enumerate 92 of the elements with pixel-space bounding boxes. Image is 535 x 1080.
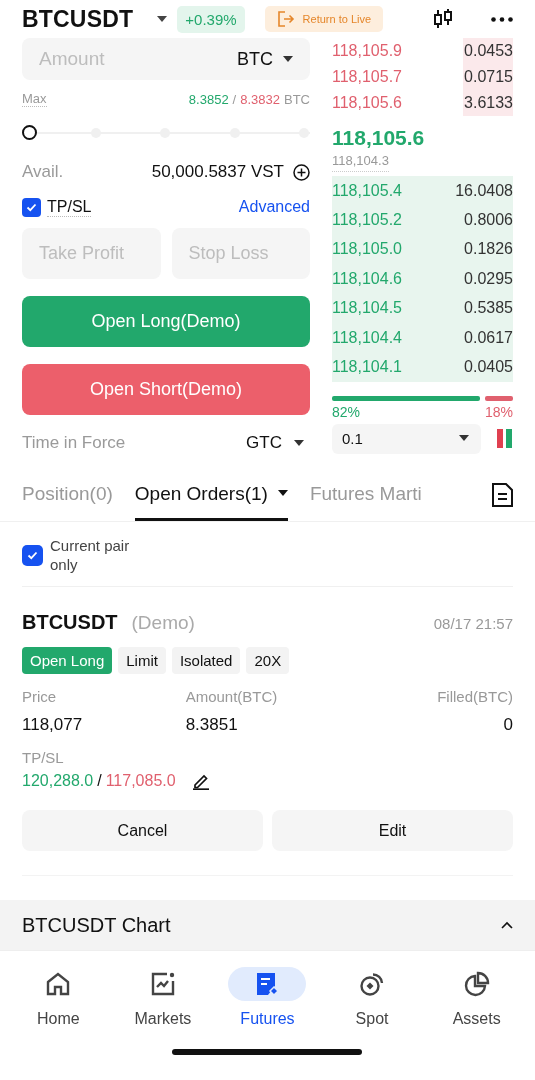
- field-value: 118,077: [22, 715, 84, 735]
- bid-price: 118,105.2: [332, 211, 402, 230]
- order-action-button[interactable]: Cancel: [22, 810, 263, 851]
- demo-label: (Demo): [131, 612, 195, 634]
- symbol-title[interactable]: BTCUSDT: [22, 5, 134, 33]
- stop-loss-field[interactable]: Stop Loss: [171, 228, 310, 279]
- add-icon[interactable]: [293, 163, 310, 181]
- buy-percent: 82%: [332, 403, 361, 420]
- field-label: Amount(BTC): [185, 688, 279, 705]
- home-icon: [45, 971, 72, 997]
- sell-ratio-bar: [485, 395, 513, 401]
- bid-price: 118,104.5: [332, 299, 402, 318]
- bid-price: 118,105.0: [332, 240, 402, 259]
- sell-percent: 18%: [484, 403, 513, 420]
- bid-size: 0.0405: [464, 358, 513, 377]
- bid-size: 0.0617: [464, 328, 513, 347]
- advanced-link[interactable]: Advanced: [238, 198, 310, 216]
- caret-icon: [157, 15, 168, 23]
- order-symbol: BTCUSDT: [22, 611, 118, 634]
- max-short-value: 8.3832: [240, 91, 280, 107]
- caret-icon: [294, 439, 304, 447]
- book-layout-icon[interactable]: [497, 429, 513, 449]
- bid-price: 118,104.4: [332, 328, 402, 347]
- take-profit-field[interactable]: Take Profit: [22, 228, 161, 279]
- last-price: 118,105.6: [332, 125, 426, 151]
- change-badge: +0.39%: [177, 5, 245, 33]
- exit-icon: [276, 10, 295, 28]
- field-value: 8.3851: [185, 715, 239, 735]
- ask-price: 118,105.6: [332, 94, 402, 112]
- checkmark-icon: [26, 202, 37, 212]
- target-icon: [359, 971, 386, 997]
- field-value: 0: [502, 715, 513, 735]
- nav-item[interactable]: Futures: [219, 967, 316, 1028]
- tpsl-label: TP/SL: [22, 749, 65, 766]
- ask-price: 118,105.9: [332, 42, 402, 60]
- precision-select[interactable]: 0.1: [332, 423, 481, 454]
- chevron-up-icon[interactable]: [501, 921, 513, 929]
- bid-size: 0.5385: [464, 299, 513, 318]
- field-label: Filled(BTC): [436, 688, 513, 705]
- tpsl-label[interactable]: TP/SL: [47, 197, 92, 217]
- avail-label: Avail.: [22, 162, 64, 182]
- unit-label[interactable]: BTC: [237, 48, 273, 70]
- checkbox-label[interactable]: Current pair only: [50, 536, 130, 574]
- max-unit: BTC: [284, 91, 310, 107]
- time-in-force-label: Time in Force: [22, 433, 126, 453]
- bid-size: 0.8006: [464, 211, 513, 230]
- pie-chart-icon: [463, 971, 490, 997]
- nav-item[interactable]: Home: [10, 967, 107, 1028]
- order-time: 08/17 21:57: [433, 615, 513, 632]
- ask-size: 3.6133: [463, 90, 513, 116]
- caret-icon: [459, 435, 469, 443]
- time-in-force-value[interactable]: GTC: [246, 433, 282, 453]
- checkmark-icon: [27, 550, 38, 560]
- nav-item[interactable]: Spot: [324, 967, 421, 1028]
- ask-size: 0.0453: [463, 38, 513, 64]
- order-tag: Limit: [118, 647, 166, 674]
- max-long-value: 8.3852: [188, 91, 229, 107]
- candlestick-icon[interactable]: [433, 8, 453, 30]
- more-icon[interactable]: [491, 16, 513, 22]
- order-tag: Isolated: [171, 647, 241, 674]
- bid-size: 16.0408: [455, 181, 513, 200]
- order-tag: 20X: [246, 647, 290, 674]
- bid-price: 118,104.6: [332, 269, 402, 288]
- bid-size: 0.1826: [464, 240, 513, 259]
- amount-field[interactable]: Amount BTC: [22, 38, 310, 80]
- take-profit-value: 120,288.0: [22, 772, 94, 790]
- separator: /: [232, 91, 237, 107]
- stop-loss-value: 117,085.0: [105, 772, 176, 790]
- chart-section-bar[interactable]: BTCUSDT Chart: [0, 900, 535, 950]
- checkbox[interactable]: [22, 197, 41, 217]
- separator: /: [97, 772, 102, 790]
- checkbox[interactable]: [22, 544, 43, 566]
- bid-price: 118,105.4: [332, 181, 402, 200]
- ask-price: 118,105.7: [332, 68, 402, 86]
- nav-item[interactable]: Markets: [114, 967, 211, 1028]
- nav-item[interactable]: Assets: [428, 967, 525, 1028]
- bid-size: 0.0295: [464, 269, 513, 288]
- document-icon[interactable]: [492, 483, 513, 507]
- mark-price: 118,104.3: [332, 153, 389, 172]
- chart-section-title[interactable]: BTCUSDT Chart: [22, 913, 171, 937]
- avail-value: 50,000.5837 VST: [151, 162, 284, 182]
- field-label: Price: [22, 688, 58, 705]
- bid-price: 118,104.1: [332, 358, 402, 377]
- chart-icon: [149, 971, 176, 997]
- slider-thumb[interactable]: [22, 125, 37, 140]
- tab[interactable]: Open Orders(1): [134, 469, 288, 521]
- max-label: Max: [22, 91, 47, 107]
- caret-icon: [283, 55, 293, 63]
- edit-icon[interactable]: [191, 772, 210, 790]
- ask-size: 0.0715: [463, 64, 513, 90]
- order-tag: Open Long: [22, 647, 113, 674]
- order-action-button[interactable]: Edit: [272, 810, 513, 851]
